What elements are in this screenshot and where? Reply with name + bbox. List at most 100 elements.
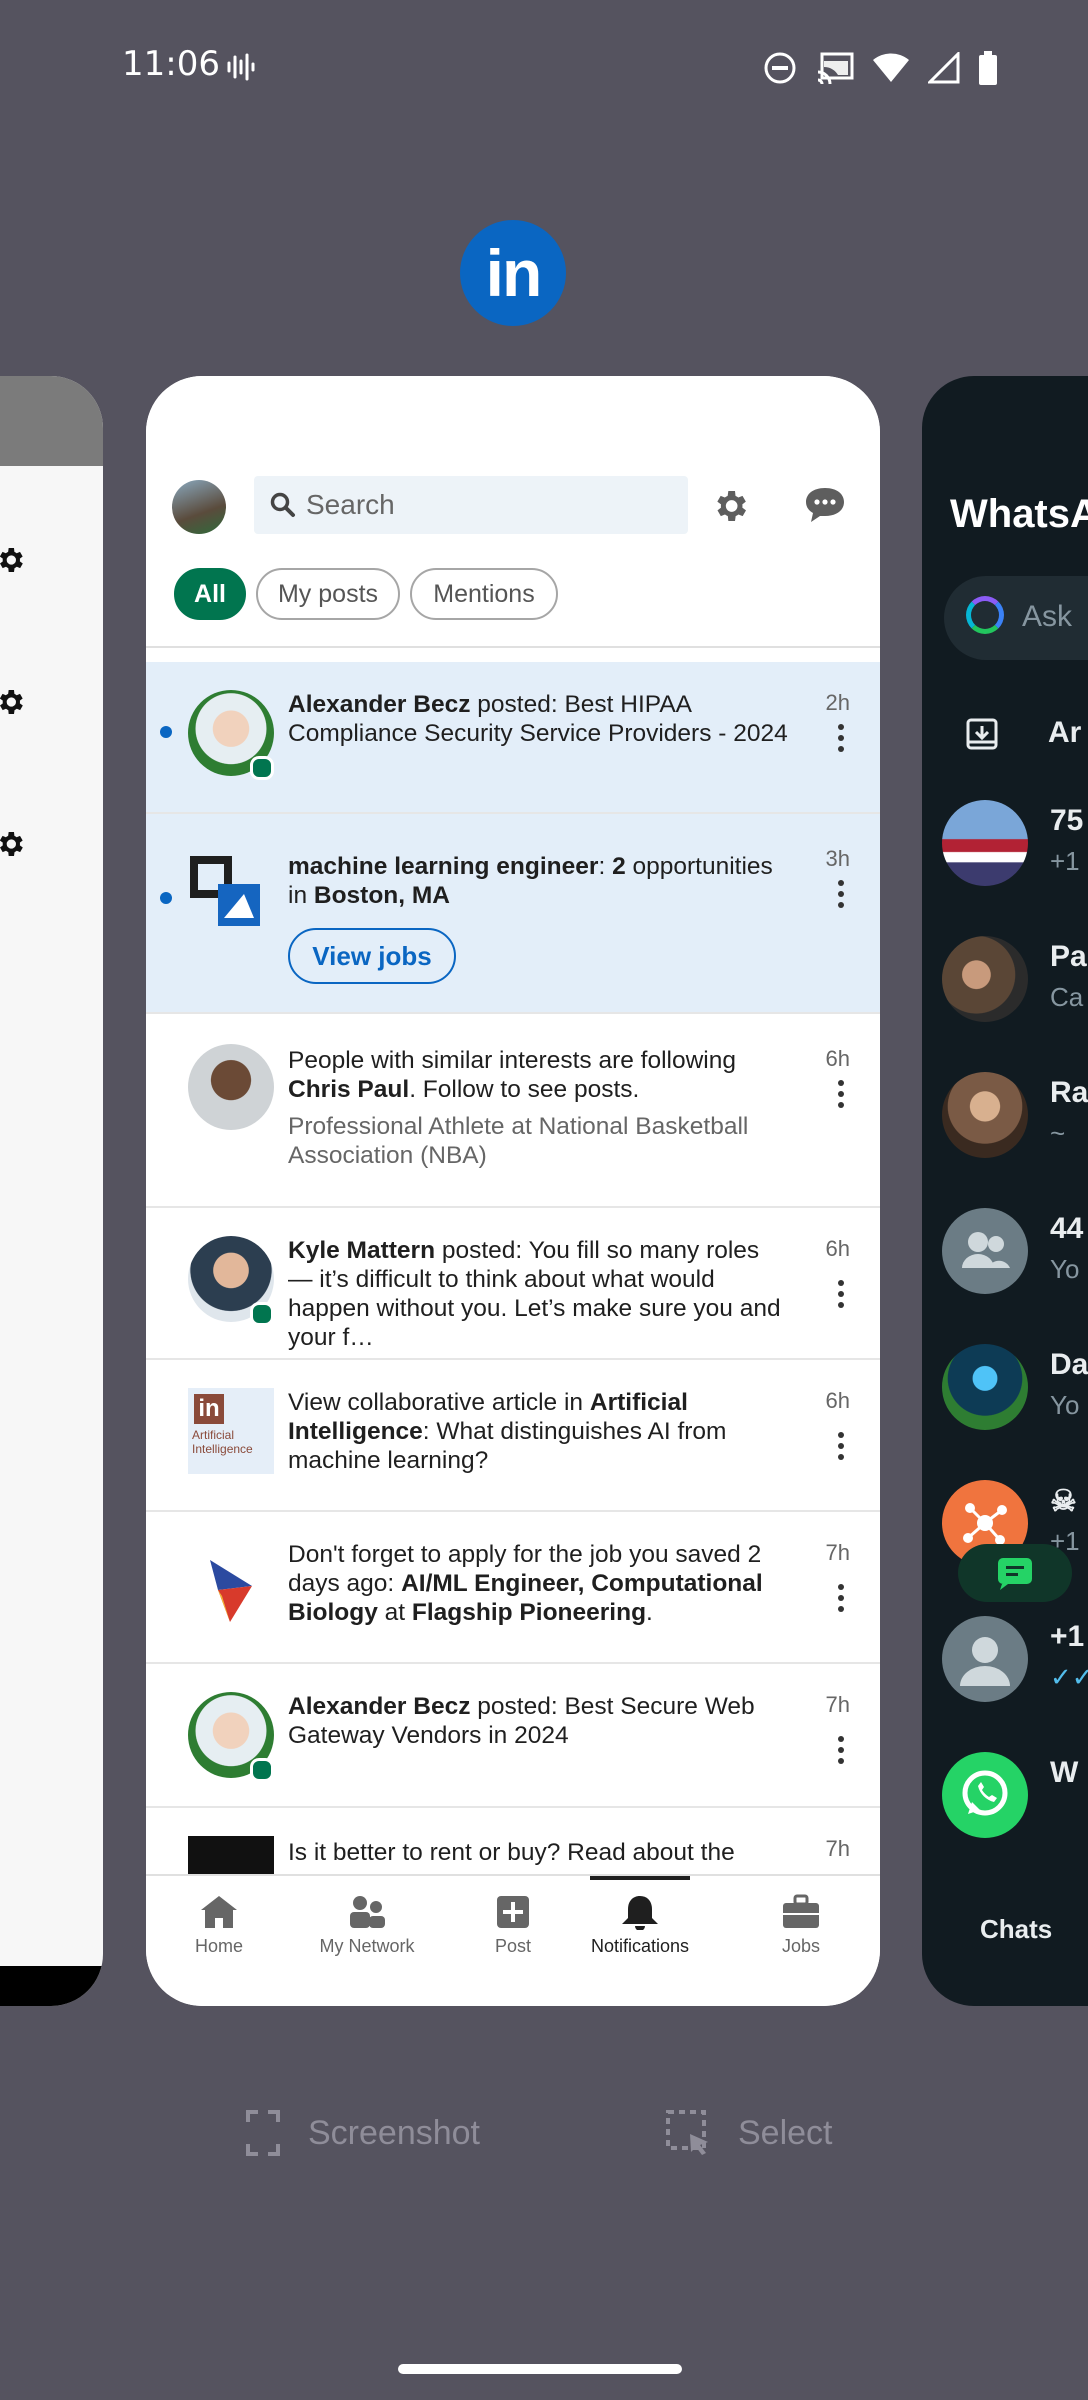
avatar[interactable] — [188, 1044, 274, 1130]
notification-time: 7h — [825, 1540, 850, 1565]
chat-name: Da — [1050, 1348, 1088, 1381]
select-label: Select — [738, 2113, 833, 2152]
nav-home[interactable]: Home — [154, 1894, 284, 1957]
home-gesture-bar[interactable] — [398, 2364, 682, 2374]
screenshot-label: Screenshot — [308, 2113, 480, 2152]
jobs-logo-icon — [188, 854, 262, 928]
notification-body: . — [646, 1599, 653, 1626]
notification-body: at — [377, 1599, 412, 1626]
filter-mentions-chip[interactable]: Mentions — [410, 568, 558, 620]
meta-ai-icon — [966, 596, 1004, 634]
article-thumbnail-text: Artificial Intelligence — [192, 1428, 253, 1456]
profile-avatar[interactable] — [172, 480, 226, 534]
article-thumbnail: in Artificial Intelligence — [188, 1388, 274, 1474]
filter-my-posts-chip[interactable]: My posts — [256, 568, 400, 620]
linkedin-icon[interactable]: in — [460, 220, 566, 326]
opportunity-count: 2 — [612, 853, 626, 880]
notification-item[interactable]: machine learning engineer: 2 opportuniti… — [146, 814, 880, 1014]
notification-time: 6h — [825, 1236, 850, 1261]
bell-icon — [622, 1896, 658, 1930]
messaging-icon[interactable] — [804, 486, 846, 524]
whatsapp-title: WhatsA — [950, 492, 1088, 536]
screenshot-icon — [246, 2110, 280, 2156]
more-options-icon[interactable] — [838, 1584, 844, 1617]
more-options-icon[interactable] — [838, 724, 844, 757]
online-indicator — [250, 756, 274, 780]
gear-icon — [0, 690, 23, 714]
company-logo-icon — [188, 1546, 274, 1632]
chat-avatar[interactable] — [942, 936, 1028, 1022]
default-avatar-icon[interactable] — [942, 1616, 1028, 1702]
notification-item[interactable]: Alexander Becz posted: Best HIPAA Compli… — [146, 662, 880, 814]
filter-all-chip[interactable]: All — [174, 568, 246, 620]
notification-body: People with similar interests are follow… — [288, 1047, 736, 1074]
do-not-disturb-icon — [764, 52, 796, 84]
add-post-icon — [497, 1896, 529, 1928]
notification-text: View collaborative article in Artificial… — [288, 1388, 788, 1475]
left-app-card[interactable] — [0, 376, 103, 2006]
screenshot-button[interactable]: Screenshot — [246, 2110, 480, 2156]
notification-time: 6h — [825, 1046, 850, 1071]
cast-icon — [817, 52, 854, 84]
signal-icon — [928, 52, 960, 84]
whatsapp-logo-icon[interactable] — [942, 1752, 1028, 1838]
group-avatar-icon[interactable] — [942, 1208, 1028, 1294]
nav-my-network[interactable]: My Network — [302, 1894, 432, 1957]
linkedin-app-card[interactable]: Search All My posts Mentions Alexander B… — [146, 376, 880, 2006]
status-time: 11:06 — [122, 44, 220, 84]
more-options-icon[interactable] — [838, 1080, 844, 1113]
separator-text: : — [598, 853, 613, 880]
notification-text: Alexander Becz posted: Best HIPAA Compli… — [288, 690, 788, 748]
chat-avatar[interactable] — [942, 800, 1028, 886]
notification-time: 7h — [825, 1836, 850, 1861]
notification-author: Kyle Mattern — [288, 1237, 436, 1264]
read-receipt-icon: ✓✓ — [1050, 1662, 1088, 1692]
more-options-icon[interactable] — [838, 1736, 844, 1769]
archived-label: Ar — [1048, 716, 1082, 749]
notification-item[interactable]: Kyle Mattern posted: You fill so many ro… — [146, 1208, 880, 1360]
linkedin-header: Search All My posts Mentions — [146, 376, 880, 648]
battery-icon — [979, 51, 997, 85]
job-title: machine learning engineer — [288, 853, 599, 880]
chats-tab-label: Chats — [980, 1914, 1053, 1944]
chat-avatar[interactable] — [942, 1072, 1028, 1158]
active-tab-indicator — [590, 1876, 690, 1880]
nav-post[interactable]: Post — [448, 1894, 578, 1957]
chat-preview: Ca — [1050, 982, 1084, 1012]
more-options-icon[interactable] — [838, 1432, 844, 1465]
whatsapp-app-card[interactable]: WhatsA Ask Ar 75 +1 Pa Ca Ra ~ 44 Yo Da … — [922, 376, 1088, 2006]
left-card-toolbar — [0, 376, 103, 466]
gear-icon — [0, 548, 23, 572]
settings-gear-icon[interactable] — [710, 486, 750, 526]
ask-placeholder: Ask — [1022, 600, 1073, 633]
chat-preview: Yo — [1050, 1254, 1080, 1284]
notification-item[interactable]: Alexander Becz posted: Best Secure Web G… — [146, 1664, 880, 1808]
notification-body: View collaborative article in — [288, 1389, 590, 1416]
home-icon — [201, 1896, 237, 1928]
view-jobs-button[interactable]: View jobs — [288, 928, 456, 984]
briefcase-icon — [783, 1894, 819, 1928]
online-indicator — [250, 1758, 274, 1782]
notification-text: Is it better to rent or buy? Read about … — [288, 1838, 788, 1867]
search-input[interactable]: Search — [254, 476, 688, 534]
more-options-icon[interactable] — [838, 1280, 844, 1313]
notification-item[interactable]: in Artificial Intelligence View collabora… — [146, 1360, 880, 1512]
wifi-icon — [873, 53, 909, 82]
nav-label: Jobs — [781, 1936, 821, 1956]
nav-label: Post — [494, 1936, 532, 1956]
chat-avatar[interactable] — [942, 1344, 1028, 1430]
nav-jobs[interactable]: Jobs — [736, 1894, 866, 1957]
notification-body: Is it better to rent or buy? Read about … — [288, 1839, 735, 1866]
chats-tab[interactable] — [958, 1544, 1072, 1602]
notification-item[interactable]: People with similar interests are follow… — [146, 1014, 880, 1208]
nav-notifications[interactable]: Notifications — [575, 1894, 705, 1957]
chats-icon — [998, 1558, 1032, 1590]
notification-time: 7h — [825, 1692, 850, 1717]
person-headline: Professional Athlete at National Basketb… — [288, 1113, 749, 1169]
select-button[interactable]: Select — [666, 2110, 833, 2156]
more-options-icon[interactable] — [838, 880, 844, 913]
nav-label: Notifications — [590, 1936, 690, 1956]
notification-text: Kyle Mattern posted: You fill so many ro… — [288, 1236, 788, 1352]
chat-preview: ~ — [1050, 1118, 1066, 1148]
notification-item[interactable]: Don't forget to apply for the job you sa… — [146, 1512, 880, 1664]
